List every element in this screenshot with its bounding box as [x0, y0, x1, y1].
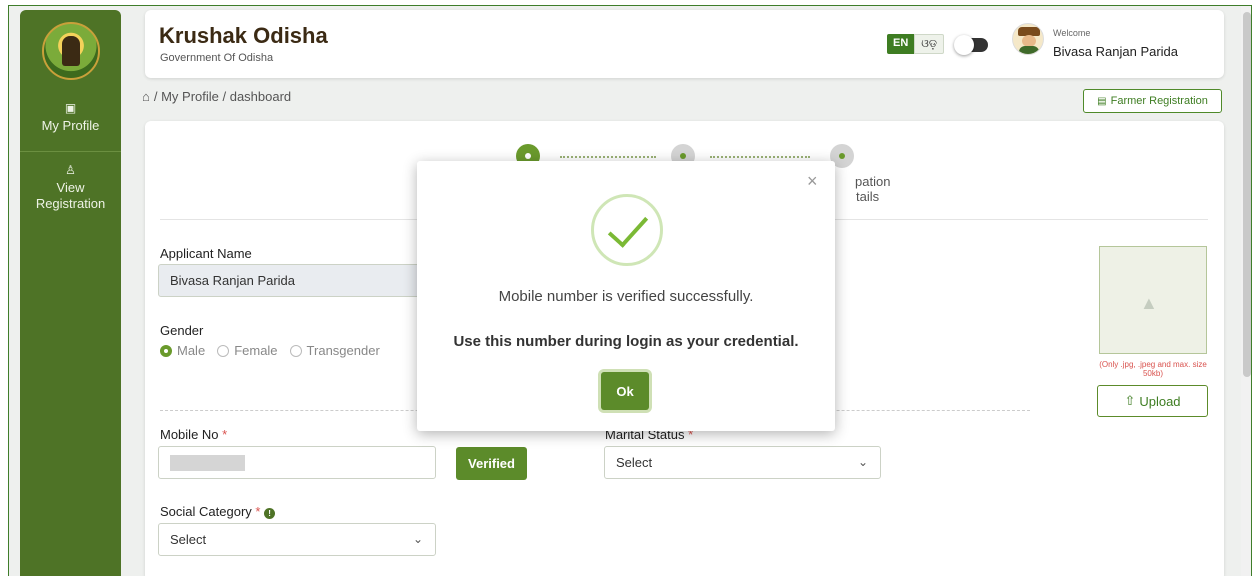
theme-toggle[interactable]	[954, 35, 988, 55]
verified-button[interactable]: Verified	[456, 447, 527, 480]
avatar[interactable]	[1012, 23, 1044, 55]
sidebar-item-label: My Profile	[41, 118, 100, 133]
mobile-number-field[interactable]	[158, 446, 436, 479]
photo-size-note: (Only .jpg, .jpeg and max. size 50kb)	[1099, 360, 1207, 378]
breadcrumb-path: / My Profile / dashboard	[153, 89, 292, 104]
close-icon[interactable]: ×	[807, 171, 818, 192]
credential-message: Use this number during login as your cre…	[453, 333, 799, 350]
social-category-select[interactable]: Select ⌄	[158, 523, 436, 556]
applicant-name-field[interactable]: Bivasa Ranjan Parida	[158, 264, 428, 297]
step-3-label: pation tails	[855, 174, 891, 204]
gender-male-radio[interactable]: Male	[160, 343, 205, 358]
language-switch[interactable]: EN ଓଡ଼	[887, 34, 945, 54]
lang-odia-button[interactable]: ଓଡ଼	[914, 34, 945, 54]
upload-button[interactable]: ⇧ Upload	[1097, 385, 1208, 417]
app-title: Krushak Odisha	[159, 23, 328, 48]
sidebar: ▣ My Profile ♙ View Registration	[20, 10, 121, 576]
image-placeholder-icon: ▲	[1140, 293, 1158, 313]
photo-placeholder: ▲	[1099, 246, 1207, 354]
app-subtitle: Government Of Odisha	[160, 52, 274, 64]
toggle-knob	[954, 35, 974, 55]
mobile-label: Mobile No *	[160, 427, 228, 442]
masked-mobile-number	[170, 454, 245, 471]
krushak-odisha-logo	[42, 22, 100, 80]
sidebar-item-my-profile[interactable]: ▣ My Profile	[20, 100, 121, 133]
marital-status-select[interactable]: Select ⌄	[604, 446, 881, 479]
farmer-registration-button[interactable]: ▤ Farmer Registration	[1083, 89, 1222, 113]
gender-female-radio[interactable]: Female	[217, 343, 278, 358]
gender-radio-group: Male Female Transgender	[160, 343, 380, 358]
farmer-registration-label: Farmer Registration	[1110, 95, 1208, 107]
vertical-scrollbar[interactable]	[1241, 6, 1251, 576]
ok-button[interactable]: Ok	[601, 372, 649, 410]
success-check-icon	[591, 194, 663, 266]
sidebar-item-view-registration[interactable]: ♙ View Registration	[20, 162, 121, 212]
applicant-name-label: Applicant Name	[160, 246, 252, 261]
sidebar-item-label: View Registration	[35, 180, 106, 211]
social-category-label: Social Category * !	[160, 504, 276, 519]
info-icon[interactable]: !	[264, 508, 276, 519]
breadcrumb: ⌂ / My Profile / dashboard	[142, 89, 291, 104]
home-icon[interactable]: ⌂	[142, 89, 150, 104]
success-modal: × Mobile number is verified successfully…	[417, 161, 835, 431]
top-header: Krushak Odisha Government Of Odisha EN ଓ…	[145, 10, 1224, 78]
gender-transgender-radio[interactable]: Transgender	[289, 343, 380, 358]
id-card-icon: ▣	[64, 101, 77, 115]
step-connector	[710, 156, 810, 158]
lang-en-button[interactable]: EN	[887, 34, 915, 54]
upload-icon: ⇧	[1124, 393, 1136, 408]
success-message: Mobile number is verified successfully.	[498, 288, 754, 305]
scrollbar-thumb[interactable]	[1243, 12, 1251, 377]
step-connector	[560, 156, 656, 158]
document-icon: ▤	[1097, 95, 1107, 107]
chevron-down-icon: ⌄	[857, 455, 868, 469]
user-icon: ♙	[65, 163, 76, 177]
gender-label: Gender	[160, 323, 204, 338]
user-name: Bivasa Ranjan Parida	[1053, 44, 1179, 59]
chevron-down-icon: ⌄	[412, 532, 423, 546]
welcome-text: Welcome	[1053, 28, 1091, 38]
sidebar-divider	[20, 151, 121, 152]
